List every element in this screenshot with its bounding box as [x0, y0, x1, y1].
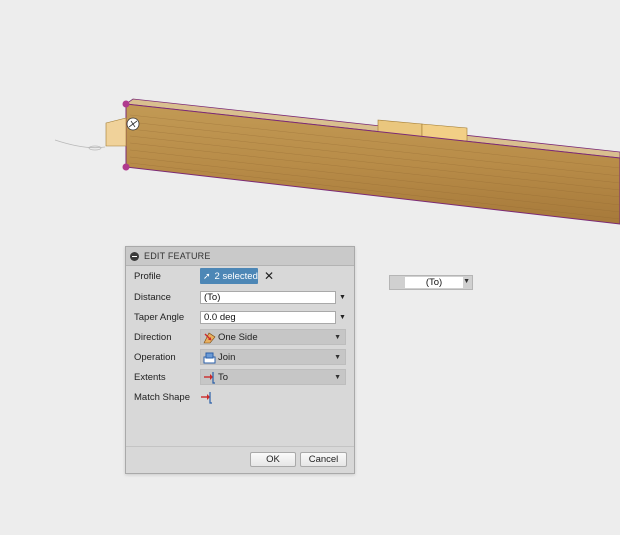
match-shape-row: Match Shape: [134, 389, 215, 405]
cancel-button[interactable]: Cancel: [300, 452, 347, 467]
distance-label: Distance: [134, 291, 171, 303]
extents-row: Extents To ▼: [134, 369, 346, 385]
vertex-point-top[interactable]: [122, 100, 130, 108]
profile-tab[interactable]: [105, 117, 127, 147]
match-shape-label: Match Shape: [134, 391, 190, 403]
floating-distance-value[interactable]: (To): [405, 277, 463, 288]
taper-angle-input[interactable]: 0.0 deg: [200, 310, 336, 324]
profile-selection-count: 2 selected: [214, 270, 258, 282]
operation-dropdown-arrow-icon: ▼: [334, 353, 341, 361]
direction-row: Direction One Side ▼: [134, 329, 346, 345]
join-icon: [203, 352, 216, 363]
taper-angle-label: Taper Angle: [134, 311, 185, 323]
vertex-point-bottom[interactable]: [122, 163, 130, 171]
to-extent-icon: [204, 371, 215, 384]
extents-dropdown[interactable]: To ▼: [200, 369, 346, 385]
direction-label: Direction: [134, 331, 172, 343]
floating-dropdown-arrow-icon[interactable]: ▼: [463, 278, 470, 285]
profile-row: Profile ➚ 2 selected ✕: [134, 268, 274, 284]
construction-line: [54, 139, 106, 149]
extents-label: Extents: [134, 371, 166, 383]
operation-dropdown[interactable]: Join ▼: [200, 349, 346, 365]
panel-footer: OK Cancel: [126, 446, 354, 473]
beam-front-face[interactable]: [125, 103, 620, 225]
operation-row: Operation Join ▼: [134, 349, 346, 365]
distance-dropdown-arrow-icon[interactable]: ▼: [339, 294, 346, 301]
direction-dropdown-arrow-icon: ▼: [334, 333, 341, 341]
floating-distance-input[interactable]: (To) ▼: [389, 275, 473, 290]
match-shape-icon[interactable]: [200, 391, 213, 404]
collapse-icon[interactable]: [130, 251, 139, 261]
extents-dropdown-arrow-icon: ▼: [334, 373, 341, 381]
direction-dropdown[interactable]: One Side ▼: [200, 329, 346, 345]
ok-button[interactable]: OK: [250, 452, 296, 467]
taper-dropdown-arrow-icon[interactable]: ▼: [339, 314, 346, 321]
clear-selection-icon[interactable]: ✕: [264, 270, 274, 282]
operation-label: Operation: [134, 351, 176, 363]
profile-label: Profile: [134, 270, 161, 282]
taper-angle-row: Taper Angle 0.0 deg ▼: [134, 309, 346, 325]
one-side-icon: [203, 332, 216, 343]
direction-value: One Side: [218, 331, 258, 343]
distance-input[interactable]: (To): [200, 290, 336, 304]
profile-selection-button[interactable]: ➚ 2 selected: [200, 268, 258, 284]
distance-row: Distance (To) ▼: [134, 289, 346, 305]
panel-header: EDIT FEATURE: [126, 247, 354, 266]
edit-feature-panel: EDIT FEATURE Profile ➚ 2 selected ✕ Dist…: [125, 246, 355, 474]
panel-title: EDIT FEATURE: [144, 251, 211, 261]
operation-value: Join: [218, 351, 236, 363]
cursor-arrow-icon: ➚: [203, 270, 211, 281]
extents-value: To: [218, 371, 229, 383]
